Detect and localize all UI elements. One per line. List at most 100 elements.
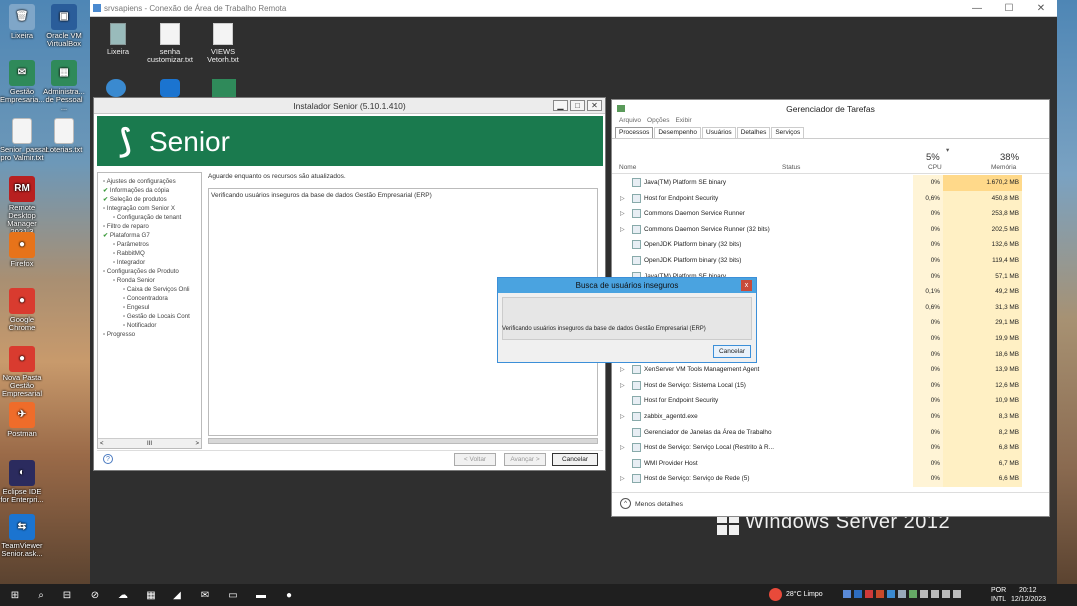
teamviewer-icon[interactable]: [160, 79, 180, 97]
installer-title-bar[interactable]: Instalador Senior (5.10.1.410) ▁ □ ✕: [94, 98, 605, 114]
taskbar-app-icon[interactable]: ▦: [144, 588, 158, 602]
desktop-icon[interactable]: ⇆ TeamViewer Senior.ask...: [0, 514, 44, 558]
installer-close-button[interactable]: ✕: [587, 100, 602, 111]
expand-chevron-icon[interactable]: ▷: [620, 210, 625, 217]
clock-time[interactable]: 20:12: [1019, 587, 1037, 594]
tray-app-icon[interactable]: [865, 590, 873, 598]
desktop-icon[interactable]: ● Nova Pasta Gestão Empresarial: [0, 346, 44, 398]
weather-text[interactable]: 28°C Limpo: [786, 591, 823, 598]
remote-icon-lixeira[interactable]: Lixeira: [90, 23, 146, 56]
col-mem[interactable]: Memória: [991, 164, 1016, 171]
tree-item[interactable]: ✔ Informações da cópia: [103, 186, 169, 195]
task-manager-title-bar[interactable]: Gerenciador de Tarefas: [612, 100, 1049, 117]
ie-icon[interactable]: [106, 79, 126, 97]
tree-item[interactable]: ▫ Gestão de Locais Cont: [123, 312, 190, 321]
taskbar-app-icon[interactable]: ◢: [170, 588, 184, 602]
scroll-left-button[interactable]: <: [100, 441, 104, 447]
menu-opcoes[interactable]: Opções: [647, 117, 669, 127]
tree-item[interactable]: ▫ Configurações de Produto: [103, 267, 179, 276]
tray-network-icon[interactable]: [931, 590, 939, 598]
installer-maximize-button[interactable]: □: [570, 100, 585, 111]
process-row[interactable]: Gerenciador de Janelas da Área de Trabal…: [612, 424, 1049, 441]
desktop-icon[interactable]: Loterias.txt: [42, 118, 86, 154]
installer-cancel-button[interactable]: Cancelar: [552, 453, 598, 466]
col-cpu[interactable]: CPU: [928, 164, 942, 171]
process-row[interactable]: OpenJDK Platform binary (32 bits) 0% 119,4…: [612, 253, 1049, 269]
keyboard-lang[interactable]: POR: [991, 587, 1006, 594]
dialog-title-bar[interactable]: Busca de usuários inseguros x: [498, 278, 756, 293]
tree-item[interactable]: ▫ Integrador: [113, 258, 145, 267]
tree-item[interactable]: ▫ Ajustes de configurações: [103, 177, 176, 186]
keyboard-layout[interactable]: INTL: [991, 596, 1006, 603]
taskbar-app-icon[interactable]: ▬: [254, 588, 268, 602]
process-row[interactable]: WMI Provider Host 0% 6,7 MB: [612, 455, 1049, 472]
scroll-right-button[interactable]: >: [195, 441, 199, 447]
tab-processos[interactable]: Processos: [615, 127, 654, 138]
menu-exibir[interactable]: Exibir: [675, 117, 691, 127]
clock-date[interactable]: 12/12/2023: [1011, 596, 1046, 603]
expand-chevron-icon[interactable]: ▷: [620, 444, 625, 451]
weather-icon[interactable]: [769, 588, 782, 601]
desktop-icon[interactable]: ▣ Oracle VM VirtualBox: [42, 4, 86, 48]
help-icon[interactable]: ?: [103, 454, 113, 464]
tab-detalhes[interactable]: Detalhes: [736, 127, 771, 138]
tree-item[interactable]: ▫ Ronda Senior: [113, 276, 155, 285]
menu-arquivo[interactable]: Arquivo: [619, 117, 641, 127]
process-row[interactable]: ▷ Commons Daemon Service Runner (32 bits)…: [612, 221, 1049, 238]
tray-teamviewer-icon[interactable]: [854, 590, 862, 598]
installer-steps-tree[interactable]: ▫ Ajustes de configurações ✔ Informações …: [97, 172, 202, 449]
taskbar-app-icon[interactable]: ●: [282, 588, 296, 602]
remote-icon-senha[interactable]: senha customizar.txt: [142, 23, 198, 64]
expand-chevron-icon[interactable]: ▷: [620, 366, 625, 373]
installer-minimize-button[interactable]: ▁: [553, 100, 568, 111]
taskbar-app-icon[interactable]: ⊞: [8, 588, 22, 602]
tree-horizontal-scrollbar[interactable]: < III >: [98, 438, 201, 448]
desktop-icon[interactable]: 🗑 Lixeira: [0, 4, 44, 40]
tree-item[interactable]: ▫ Concentradora: [123, 294, 168, 303]
expand-chevron-icon[interactable]: ▷: [620, 226, 625, 233]
taskbar-app-icon[interactable]: ⌕: [34, 588, 48, 602]
desktop-icon[interactable]: ● Firefox: [0, 232, 44, 268]
senior-icon[interactable]: [212, 79, 236, 97]
expand-chevron-icon[interactable]: ▷: [620, 382, 625, 389]
process-row[interactable]: ▷ Host for Endpoint Security 0,6% 450,8 MB: [612, 190, 1049, 207]
tray-app-icon[interactable]: [876, 590, 884, 598]
desktop-icon[interactable]: ● Google Chrome: [0, 288, 44, 332]
tree-item[interactable]: ▫ Parâmetros: [113, 240, 149, 249]
process-row[interactable]: Host for Endpoint Security 0% 10,9 MB: [612, 393, 1049, 409]
desktop-icon[interactable]: Senior_passar pro Valmir.txt: [0, 118, 48, 162]
tree-item[interactable]: ▫ Engesul: [123, 303, 149, 312]
tree-item[interactable]: ▫ Configuração de tenant: [113, 213, 181, 222]
desktop-icon[interactable]: ◐ Eclipse IDE for Enterpri...: [0, 460, 44, 504]
taskbar-app-icon[interactable]: ✉: [198, 588, 212, 602]
rdp-title-bar[interactable]: srvsapiens - Conexão de Área de Trabalho…: [90, 0, 1057, 17]
process-row[interactable]: ▷ Host de Serviço: Serviço Local (Restrit…: [612, 440, 1049, 456]
tray-app-icon[interactable]: [920, 590, 928, 598]
expand-chevron-icon[interactable]: ▷: [620, 413, 625, 420]
rdp-maximize-button[interactable]: ☐: [993, 0, 1025, 17]
remote-icon-views[interactable]: VIEWS Vetorh.txt: [195, 23, 251, 64]
process-row[interactable]: Java(TM) Platform SE binary 0% 1.670,2 MB: [612, 175, 1049, 191]
tree-item[interactable]: ▫ Notificador: [123, 321, 157, 330]
process-row[interactable]: ▷ Commons Daemon Service Runner 0% 253,8 MB: [612, 206, 1049, 222]
taskbar-app-icon[interactable]: ☁: [116, 588, 130, 602]
tray-app-icon[interactable]: [887, 590, 895, 598]
desktop-icon[interactable]: ▦ Administra... de Pessoal ...: [42, 60, 86, 112]
col-name[interactable]: Nome: [619, 164, 636, 171]
col-status[interactable]: Status: [782, 164, 800, 171]
rdp-minimize-button[interactable]: —: [961, 0, 993, 17]
taskbar-app-icon[interactable]: ⊟: [60, 588, 74, 602]
taskbar-app-icon[interactable]: ▭: [226, 588, 240, 602]
tree-item[interactable]: ▫ RabbitMQ: [113, 249, 145, 258]
fewer-details-icon[interactable]: ^: [620, 498, 631, 509]
back-button[interactable]: < Voltar: [454, 453, 496, 466]
scroll-thumb[interactable]: III: [147, 441, 152, 447]
fewer-details-link[interactable]: Menos detalhes: [635, 501, 683, 508]
tray-app-icon[interactable]: [953, 590, 961, 598]
next-button[interactable]: Avançar >: [504, 453, 546, 466]
rdp-close-button[interactable]: ✕: [1025, 0, 1057, 17]
desktop-icon[interactable]: RMRemote Desktop Manager 2021.3: [0, 176, 44, 236]
dialog-close-button[interactable]: x: [741, 280, 752, 291]
tree-item[interactable]: ▫ Progresso: [103, 330, 135, 339]
process-row[interactable]: ▷ Host de Serviço: Serviço de Rede (5) 0% 6…: [612, 471, 1049, 487]
